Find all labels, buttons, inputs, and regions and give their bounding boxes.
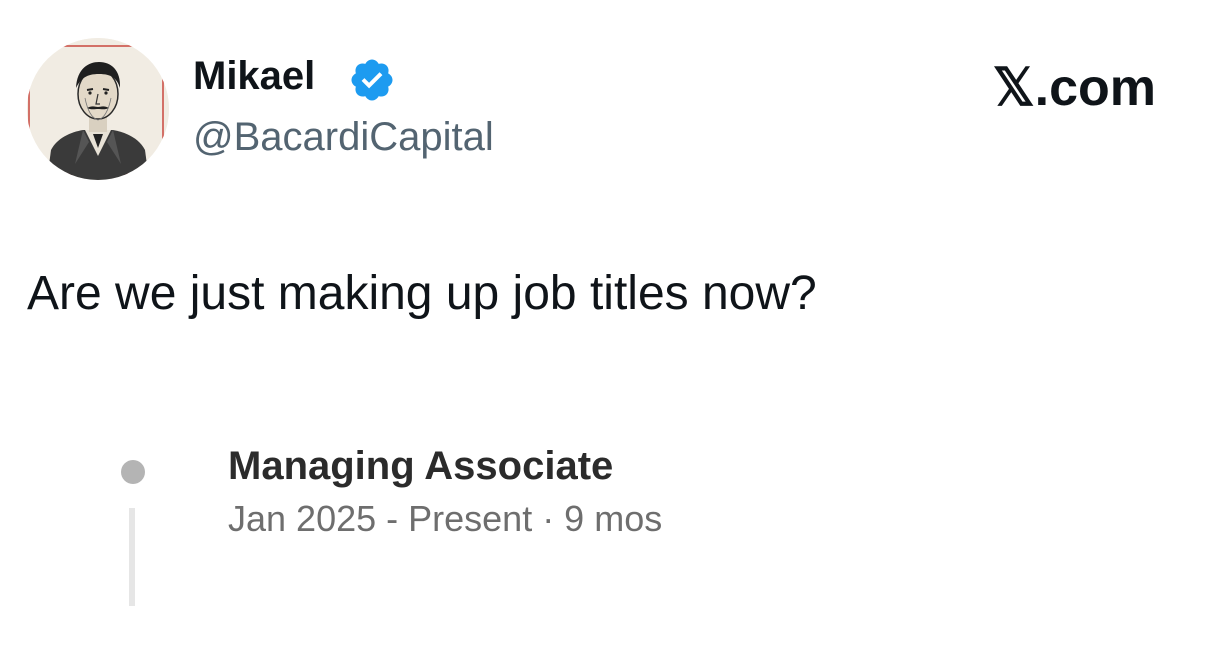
job-title: Managing Associate xyxy=(228,444,614,488)
author-handle[interactable]: @BacardiCapital xyxy=(193,112,494,162)
job-dates: Jan 2025 - Present · 9 mos xyxy=(228,498,663,539)
tweet-text: Are we just making up job titles now? xyxy=(27,267,817,320)
author-display-name[interactable]: Mikael xyxy=(193,52,315,100)
timeline-dot-icon xyxy=(121,460,145,484)
avatar[interactable] xyxy=(27,38,169,180)
portrait-icon xyxy=(27,38,169,180)
verified-badge-icon xyxy=(351,59,393,101)
timeline-line xyxy=(129,508,135,606)
x-logo: 𝕏.com xyxy=(992,59,1156,117)
